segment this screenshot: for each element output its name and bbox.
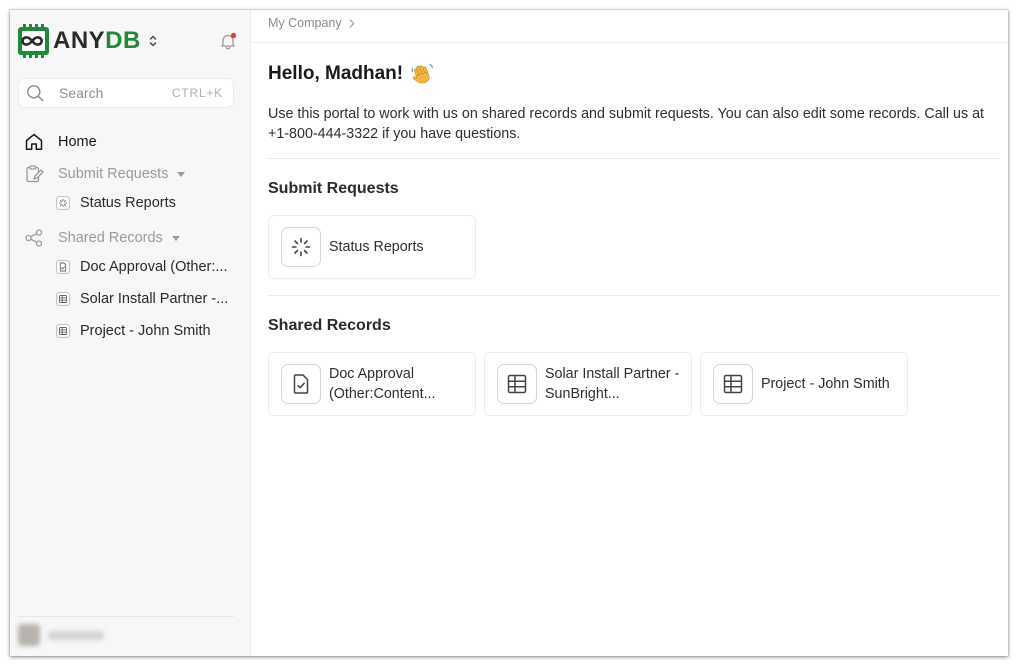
card-label: Doc Approval (Other:Content... (329, 366, 436, 402)
card-icon-tile (713, 364, 753, 404)
page-title: Hello, Madhan! (268, 62, 434, 86)
sidebar-item-label: Solar Install Partner -... (80, 291, 229, 307)
card-project-john-smith[interactable]: Project - John Smith (700, 352, 908, 416)
app-window: ANYDB CTRL+K Home (10, 10, 1008, 656)
breadcrumb-company-link[interactable]: My Company (268, 16, 342, 30)
sidebar-section-submit-requests[interactable]: Submit Requests (24, 163, 186, 185)
search-input[interactable] (59, 85, 164, 101)
main-content: My Company Hello, Madhan! Use this porta (251, 10, 1008, 656)
sidebar-section-shared-records[interactable]: Shared Records (24, 227, 180, 249)
card-solar-install-partner[interactable]: Solar Install Partner - SunBright... (484, 352, 692, 416)
sidebar-item-label: Status Reports (80, 195, 176, 211)
card-icon-tile (281, 364, 321, 404)
card-status-reports[interactable]: Status Reports (268, 215, 476, 279)
table-icon (56, 324, 70, 338)
card-icon-tile (281, 227, 321, 267)
loader-icon (291, 237, 311, 257)
greeting-text: Hello, Madhan! (268, 63, 404, 84)
card-label: Project - John Smith (761, 376, 890, 392)
table-icon (723, 374, 743, 394)
card-label: Status Reports (329, 239, 424, 255)
card-doc-approval[interactable]: Doc Approval (Other:Content... (268, 352, 476, 416)
intro-text: Use this portal to work with us on share… (268, 106, 984, 142)
sidebar-section-label: Shared Records (58, 230, 163, 246)
file-check-icon (293, 374, 309, 394)
loader-icon (56, 196, 70, 210)
card-label: Solar Install Partner - SunBright... (545, 366, 680, 402)
breadcrumb: My Company (268, 16, 355, 30)
section-divider (268, 295, 1000, 296)
sidebar-item-solar-install-partner[interactable]: Solar Install Partner -... (56, 288, 241, 310)
sidebar: ANYDB CTRL+K Home (10, 10, 251, 656)
share-icon (25, 229, 43, 247)
header-divider (251, 42, 1008, 43)
user-profile[interactable] (18, 624, 104, 646)
card-icon-tile (497, 364, 537, 404)
table-icon (56, 292, 70, 306)
search-box[interactable]: CTRL+K (18, 78, 234, 108)
sidebar-item-project-john-smith[interactable]: Project - John Smith (56, 320, 241, 342)
anydb-logo-icon (18, 24, 49, 58)
chevron-right-icon (349, 18, 354, 28)
user-name-redacted (48, 630, 104, 640)
sidebar-item-home[interactable]: Home (24, 131, 97, 153)
sidebar-section-label: Submit Requests (58, 166, 169, 182)
sidebar-item-doc-approval[interactable]: Doc Approval (Other:... (56, 256, 241, 278)
sidebar-divider (18, 616, 234, 617)
brand-switcher[interactable]: ANYDB (18, 24, 158, 58)
home-icon (25, 133, 43, 150)
chevron-up-down-icon (149, 35, 157, 47)
waving-hand-icon (411, 64, 433, 84)
section-divider (268, 158, 1000, 159)
caret-down-icon (171, 235, 180, 241)
section-title-shared-records: Shared Records (268, 317, 391, 334)
file-check-icon (56, 260, 70, 274)
search-shortcut-hint: CTRL+K (171, 86, 223, 100)
sidebar-item-label: Doc Approval (Other:... (80, 259, 228, 275)
clipboard-edit-icon (26, 165, 44, 183)
table-icon (507, 374, 527, 394)
avatar (18, 624, 40, 646)
brand-name: ANYDB (53, 27, 141, 54)
sidebar-item-status-reports[interactable]: Status Reports (56, 192, 241, 214)
notification-bell-icon[interactable] (219, 32, 237, 50)
sidebar-item-label: Project - John Smith (80, 323, 211, 339)
sidebar-item-label: Home (58, 134, 97, 150)
section-title-submit-requests: Submit Requests (268, 180, 399, 197)
search-icon (27, 85, 44, 102)
caret-down-icon (177, 171, 186, 177)
